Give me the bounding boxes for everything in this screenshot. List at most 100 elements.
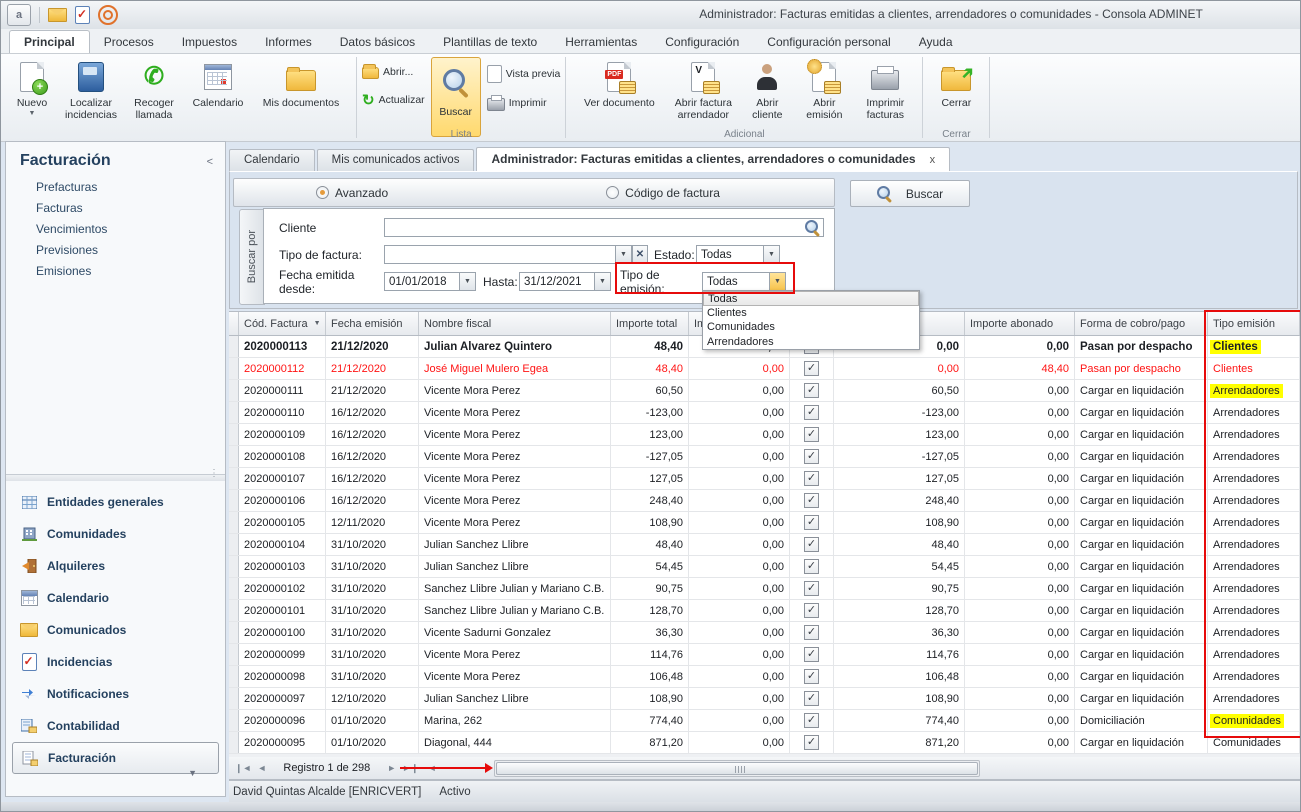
table-row[interactable]: 202000010031/10/2020Vicente Sadurni Gonz…	[229, 622, 1300, 644]
cobrada-checkbox[interactable]: ✓	[804, 625, 819, 640]
cobrada-checkbox[interactable]: ✓	[804, 537, 819, 552]
actualizar-button[interactable]: ↻ Actualizar	[362, 91, 425, 109]
cobrada-checkbox[interactable]: ✓	[804, 559, 819, 574]
radio-codigo-factura[interactable]: Código de factura	[606, 186, 720, 200]
chevron-down-icon[interactable]: ▼	[459, 273, 475, 290]
column-header-fecha-emisión[interactable]: Fecha emisión	[326, 312, 419, 335]
dropdown-option-clientes[interactable]: Clientes	[703, 306, 919, 321]
mail-icon[interactable]	[48, 8, 67, 22]
nav-item-comunicados[interactable]: Comunicados	[12, 614, 219, 646]
nav-item-contabilidad[interactable]: Contabilidad	[12, 710, 219, 742]
cobrada-checkbox[interactable]: ✓	[804, 515, 819, 530]
incidents-clipboard-icon[interactable]	[75, 6, 90, 24]
scrollbar-thumb[interactable]	[496, 762, 978, 775]
cobrada-checkbox[interactable]: ✓	[804, 735, 819, 750]
table-row[interactable]: 202000010431/10/2020Julian Sanchez Llibr…	[229, 534, 1300, 556]
cobrada-checkbox[interactable]: ✓	[804, 427, 819, 442]
sidebar-splitter[interactable]	[6, 474, 225, 481]
sidebar-item-emisiones[interactable]: Emisiones	[36, 264, 107, 278]
cobrada-checkbox[interactable]: ✓	[804, 449, 819, 464]
buscar-button[interactable]: Buscar	[431, 57, 481, 137]
nav-item-notificaciones[interactable]: Notificaciones	[12, 678, 219, 710]
ribbon-tab-principal[interactable]: Principal	[9, 30, 90, 53]
recoger-llamada-button[interactable]: ✆ Recoger llamada	[124, 57, 184, 124]
search-icon[interactable]	[805, 220, 820, 235]
cobrada-checkbox[interactable]: ✓	[804, 669, 819, 684]
imprimir-facturas-button[interactable]: Imprimir facturas	[854, 57, 916, 124]
chevron-down-icon[interactable]: ▼	[594, 273, 610, 290]
nav-item-comunidades[interactable]: Comunidades	[12, 518, 219, 550]
fecha-desde-combo[interactable]: 01/01/2018 ▼	[384, 272, 476, 291]
table-row[interactable]: 202000009712/10/2020Julian Sanchez Llibr…	[229, 688, 1300, 710]
dropdown-option-comunidades[interactable]: Comunidades	[703, 320, 919, 335]
nav-item-incidencias[interactable]: Incidencias	[12, 646, 219, 678]
cerrar-button[interactable]: ➔ Cerrar	[929, 57, 983, 112]
ribbon-tab-informes[interactable]: Informes	[251, 31, 326, 53]
collapse-chevron-icon[interactable]: <	[207, 156, 213, 168]
estado-combo[interactable]: Todas ▼	[696, 245, 780, 264]
chevron-down-icon[interactable]: ▼	[615, 246, 631, 263]
mis-documentos-button[interactable]: Mis documentos	[252, 57, 350, 112]
app-icon[interactable]: a	[7, 4, 31, 26]
table-row[interactable]: 202000010816/12/2020Vicente Mora Perez-1…	[229, 446, 1300, 468]
nav-item-calendario[interactable]: Calendario	[12, 582, 219, 614]
table-row[interactable]: 202000010716/12/2020Vicente Mora Perez12…	[229, 468, 1300, 490]
nav-item-entidades-generales[interactable]: Entidades generales	[12, 486, 219, 518]
horizontal-scrollbar[interactable]	[494, 760, 980, 777]
sidebar-item-prefacturas[interactable]: Prefacturas	[36, 180, 107, 194]
tipo-factura-combo[interactable]: ▼	[384, 245, 632, 264]
table-row[interactable]: 202000010331/10/2020Julian Sanchez Llibr…	[229, 556, 1300, 578]
table-row[interactable]: 202000011221/12/2020José Miguel Mulero E…	[229, 358, 1300, 380]
nav-item-alquileres[interactable]: Alquileres	[12, 550, 219, 582]
nuevo-button[interactable]: + Nuevo▼	[6, 57, 58, 120]
ribbon-tab-plantillas-de-texto[interactable]: Plantillas de texto	[429, 31, 551, 53]
tab-administrador-facturas[interactable]: Administrador: Facturas emitidas a clien…	[476, 147, 950, 171]
dropdown-option-todas[interactable]: Todas	[703, 291, 919, 306]
first-record-button[interactable]: ❙◄	[235, 763, 251, 774]
table-row[interactable]: 202000010512/11/2020Vicente Mora Perez10…	[229, 512, 1300, 534]
localizar-incidencias-button[interactable]: Localizar incidencias	[60, 57, 122, 124]
clear-icon[interactable]: ✕	[632, 245, 648, 264]
cobrada-checkbox[interactable]: ✓	[804, 713, 819, 728]
column-header-forma-de-cobro-pago[interactable]: Forma de cobro/pago	[1075, 312, 1208, 335]
ribbon-tab-procesos[interactable]: Procesos	[90, 31, 168, 53]
dropdown-option-arrendadores[interactable]: Arrendadores	[703, 335, 919, 350]
abrir-cliente-button[interactable]: Abrir cliente	[740, 57, 794, 124]
column-header-nombre-fiscal[interactable]: Nombre fiscal	[419, 312, 611, 335]
cobrada-checkbox[interactable]: ✓	[804, 647, 819, 662]
table-row[interactable]: 202000009601/10/2020Marina, 262774,400,0…	[229, 710, 1300, 732]
table-row[interactable]: 202000010916/12/2020Vicente Mora Perez12…	[229, 424, 1300, 446]
table-row[interactable]: 202000010616/12/2020Vicente Mora Perez24…	[229, 490, 1300, 512]
buscar-por-side-tab[interactable]: Buscar por	[239, 209, 265, 305]
ribbon-tab-herramientas[interactable]: Herramientas	[551, 31, 651, 53]
cobrada-checkbox[interactable]: ✓	[804, 581, 819, 596]
table-row[interactable]: 202000011016/12/2020Vicente Mora Perez-1…	[229, 402, 1300, 424]
table-row[interactable]: 202000009931/10/2020Vicente Mora Perez11…	[229, 644, 1300, 666]
ribbon-tab-configuración-personal[interactable]: Configuración personal	[753, 31, 904, 53]
sidebar-item-facturas[interactable]: Facturas	[36, 201, 107, 215]
imprimir-button[interactable]: Imprimir	[487, 95, 561, 111]
table-row[interactable]: 202000011121/12/2020Vicente Mora Perez60…	[229, 380, 1300, 402]
abrir-button[interactable]: Abrir...	[362, 65, 425, 79]
cobrada-checkbox[interactable]: ✓	[804, 405, 819, 420]
tipo-emision-combo[interactable]: Todas ▼	[702, 272, 786, 291]
table-row[interactable]: 202000010231/10/2020Sanchez Llibre Julia…	[229, 578, 1300, 600]
abrir-factura-arrendador-button[interactable]: V Abrir factura arrendador	[668, 57, 738, 124]
ribbon-tab-datos-básicos[interactable]: Datos básicos	[326, 31, 429, 53]
hasta-combo[interactable]: 31/12/2021 ▼	[519, 272, 611, 291]
sidebar-item-vencimientos[interactable]: Vencimientos	[36, 222, 107, 236]
nav-overflow-chevron-icon[interactable]: ▼	[188, 768, 197, 778]
column-header-blank[interactable]	[229, 312, 239, 335]
cobrada-checkbox[interactable]: ✓	[804, 603, 819, 618]
cliente-input[interactable]	[384, 218, 824, 237]
calendario-button[interactable]: Calendario	[186, 57, 250, 112]
cobrada-checkbox[interactable]: ✓	[804, 493, 819, 508]
ribbon-tab-ayuda[interactable]: Ayuda	[905, 31, 967, 53]
sidebar-item-previsiones[interactable]: Previsiones	[36, 243, 107, 257]
tab-mis-comunicados[interactable]: Mis comunicados activos	[317, 149, 475, 171]
ribbon-tab-impuestos[interactable]: Impuestos	[168, 31, 251, 53]
abrir-emision-button[interactable]: Abrir emisión	[796, 57, 852, 124]
table-row[interactable]: 202000009831/10/2020Vicente Mora Perez10…	[229, 666, 1300, 688]
chevron-down-icon[interactable]: ▼	[769, 273, 785, 290]
cobrada-checkbox[interactable]: ✓	[804, 691, 819, 706]
